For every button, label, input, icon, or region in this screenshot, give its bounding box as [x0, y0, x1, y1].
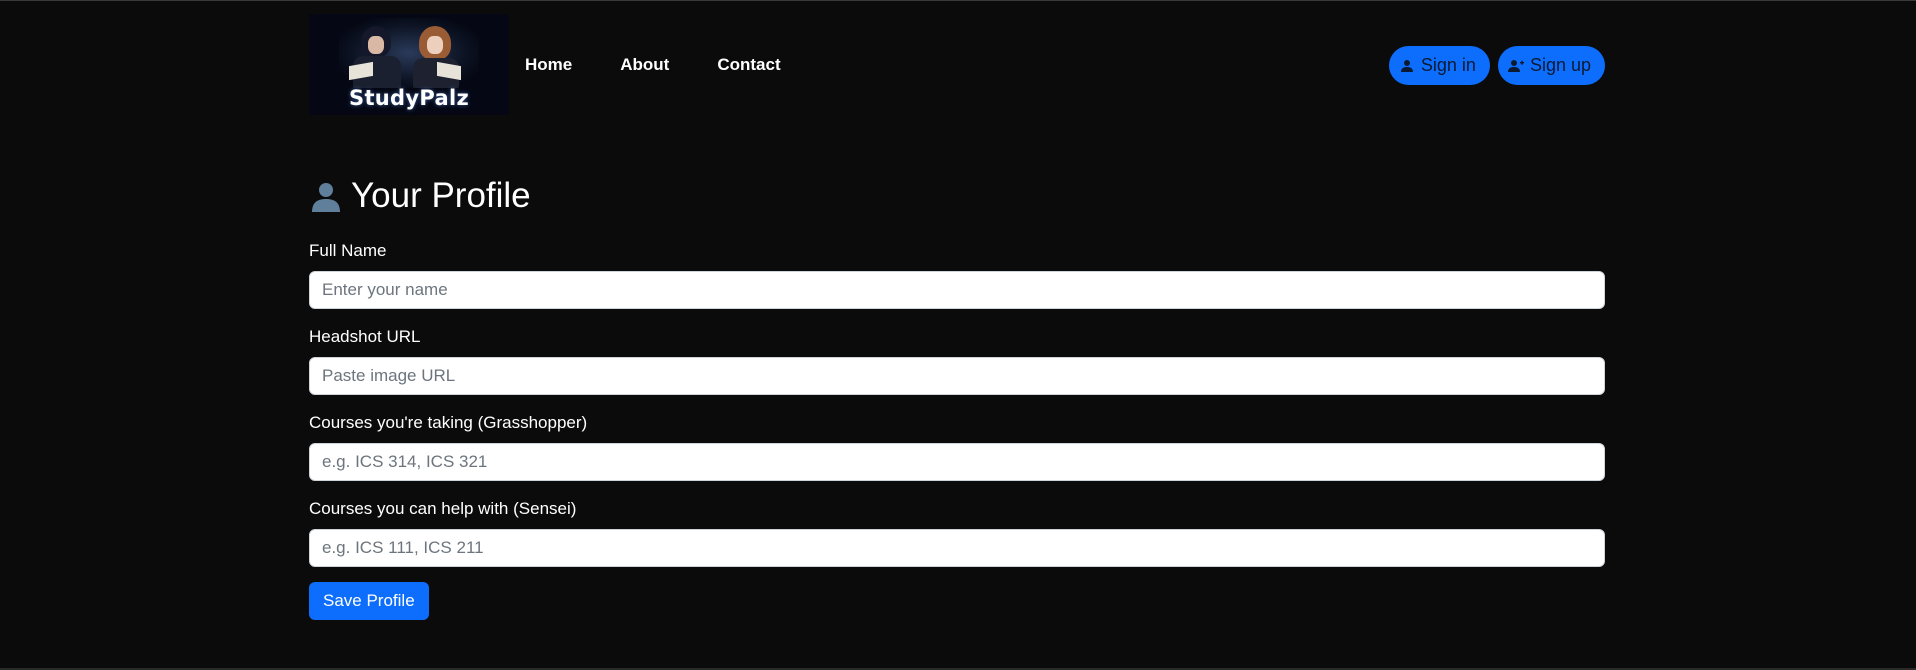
nav-link-home[interactable]: Home: [525, 55, 572, 75]
nav-links: Home About Contact: [525, 14, 829, 115]
courses-taking-label: Courses you're taking (Grasshopper): [309, 413, 588, 432]
sign-up-button[interactable]: Sign up: [1497, 46, 1605, 85]
page: StudyPalz Home About Contact Sign in Sig…: [0, 0, 1916, 670]
courses-help-input[interactable]: [309, 529, 1605, 567]
nav-link-contact[interactable]: Contact: [717, 55, 780, 75]
auth-buttons: Sign in Sign up: [1388, 46, 1605, 85]
full-name-label: Full Name: [309, 241, 387, 260]
headshot-url-label: Headshot URL: [309, 327, 421, 346]
sign-in-label: Sign in: [1420, 55, 1476, 75]
page-title-text: Your Profile: [351, 176, 531, 215]
headshot-url-input[interactable]: [309, 357, 1605, 395]
studypalz-logo[interactable]: StudyPalz: [309, 14, 509, 115]
courses-help-label: Courses you can help with (Sensei): [309, 499, 577, 518]
bust-in-silhouette-icon: [312, 183, 340, 212]
person-plus-icon: [1507, 59, 1524, 72]
person-icon: [1400, 59, 1413, 72]
page-title: Your Profile: [309, 174, 531, 218]
nav-link-about[interactable]: About: [620, 55, 669, 75]
sign-in-button[interactable]: Sign in: [1388, 46, 1490, 85]
logo-figure-girl-face: [427, 36, 443, 54]
logo-figure-boy-face: [368, 36, 384, 54]
save-profile-button[interactable]: Save Profile: [309, 582, 429, 620]
full-name-input[interactable]: [309, 271, 1605, 309]
navbar: StudyPalz Home About Contact Sign in Sig…: [309, 14, 1605, 115]
logo-wordmark: StudyPalz: [349, 86, 469, 110]
sign-up-label: Sign up: [1529, 55, 1591, 75]
courses-taking-input[interactable]: [309, 443, 1605, 481]
